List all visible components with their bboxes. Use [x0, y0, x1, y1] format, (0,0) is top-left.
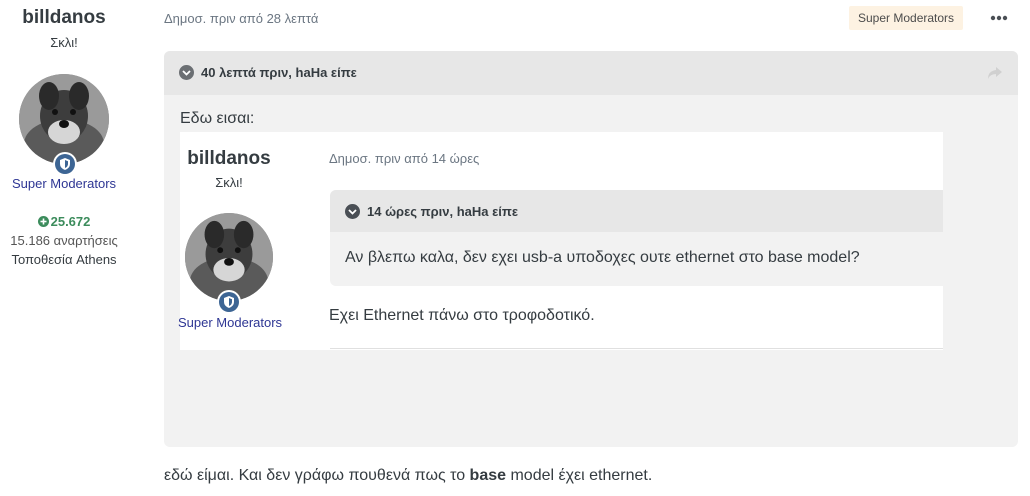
embed-avatar-image[interactable]	[185, 213, 273, 301]
author-location: Τοποθεσία Athens	[11, 252, 117, 267]
quote-citation[interactable]: 40 λεπτά πριν, haHa είπε	[201, 65, 357, 80]
quote-header[interactable]: 40 λεπτά πριν, haHa είπε	[164, 51, 1018, 95]
embed-author-title: Σκλι!	[215, 175, 243, 190]
quote-text: Εδω εισαι:	[180, 110, 255, 127]
embed-avatar[interactable]	[185, 213, 273, 314]
avatar[interactable]	[19, 74, 109, 176]
avatar-image[interactable]	[19, 74, 109, 164]
inner-quote-text: Αν βλεπω καλα, δεν εχει usb-a υποδοχες ο…	[345, 249, 860, 266]
embed-author-name[interactable]: billdanos	[180, 148, 278, 170]
shield-icon	[55, 154, 75, 174]
author-post-count: 15.186 αναρτήσεις	[10, 233, 118, 248]
post-body-bold: base	[469, 467, 507, 484]
shield-icon	[219, 292, 239, 312]
embed-post-date[interactable]: Δημοσ. πριν από 14 ώρες	[329, 151, 479, 166]
author-title: Σκλι!	[50, 35, 78, 50]
embed-group-badge	[217, 290, 241, 314]
post-body-end: model έχει ethernet.	[506, 467, 653, 484]
author-name[interactable]: billdanos	[0, 7, 128, 29]
chevron-down-icon[interactable]	[345, 204, 360, 219]
embedded-post: billdanos Σκλι! Super Moderators Δημοσ. …	[178, 132, 943, 350]
post-body: εδώ είμαι. Και δεν γράφω πουθενά πως το …	[164, 467, 652, 485]
reputation-value: 25.672	[50, 214, 91, 229]
quote-block: 40 λεπτά πριν, haHa είπε Εδω εισαι: bill…	[164, 51, 1018, 447]
inner-quote-header[interactable]: 14 ώρες πριν, haHa είπε	[330, 190, 943, 232]
divider	[330, 348, 943, 349]
chevron-down-icon[interactable]	[179, 65, 194, 80]
reputation-badge: 25.672	[0, 214, 128, 229]
author-group[interactable]: Super Moderators	[0, 176, 128, 191]
embed-reply-text: Εχει Ethernet πάνω στο τροφοδοτικό.	[329, 307, 595, 324]
group-badge	[53, 152, 77, 176]
share-icon[interactable]	[987, 66, 1003, 80]
inner-quote-citation[interactable]: 14 ώρες πριν, haHa είπε	[367, 204, 518, 219]
moderator-badge: Super Moderators	[849, 6, 964, 30]
post-date[interactable]: Δημοσ. πριν από 28 λεπτά	[164, 11, 318, 26]
inner-quote-block: 14 ώρες πριν, haHa είπε Αν βλεπω καλα, δ…	[330, 190, 943, 286]
embed-author-group[interactable]: Super Moderators	[178, 315, 282, 330]
post-body-start: εδώ είμαι. Και δεν γράφω πουθενά πως το	[164, 467, 470, 484]
more-icon[interactable]	[988, 10, 1010, 26]
plus-circle-icon	[37, 216, 49, 227]
